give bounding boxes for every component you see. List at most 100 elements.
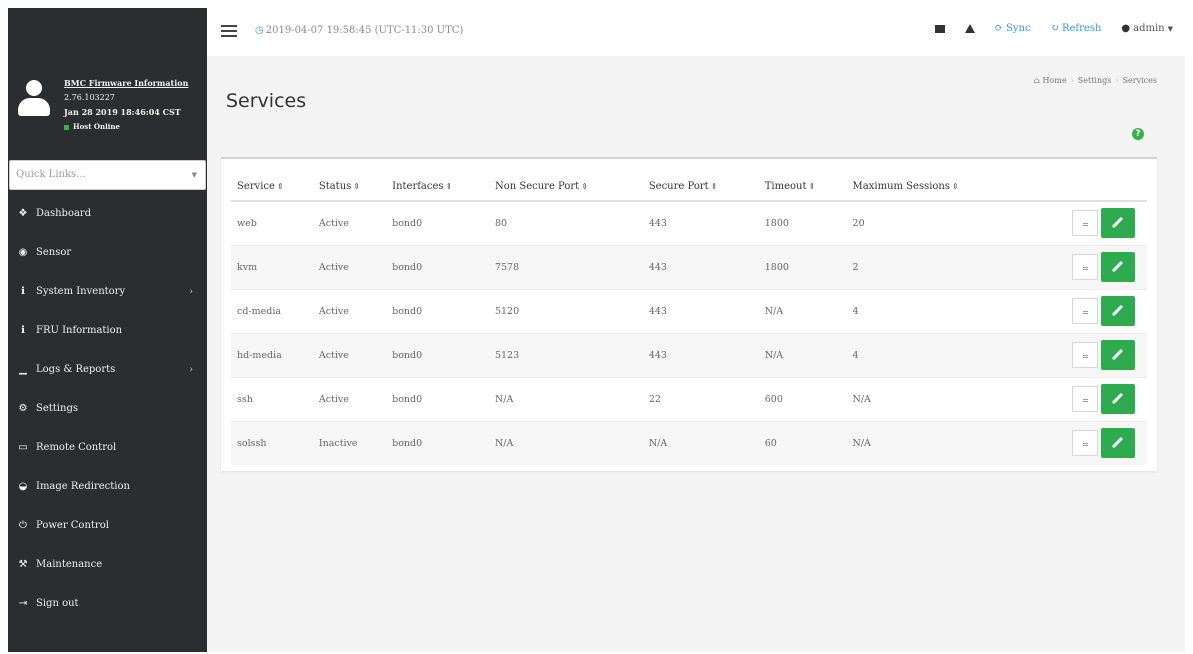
sidebar-item-label: Maintenance — [36, 559, 103, 570]
column-header[interactable]: Service ⇕ — [231, 173, 313, 202]
sort-icon: ⇕ — [808, 182, 816, 191]
table-cell: 20 — [846, 200, 1021, 245]
monitor-icon: ▭ — [18, 442, 28, 453]
edit-button[interactable] — [1101, 340, 1135, 370]
table-cell: kvm — [231, 244, 313, 289]
column-header[interactable]: Maximum Sessions ⇕ — [846, 173, 1021, 202]
row-actions — [1020, 376, 1147, 421]
pencil-icon — [1111, 260, 1124, 273]
breadcrumb-settings[interactable]: Settings — [1078, 76, 1112, 85]
sidebar-item-image-redirection[interactable]: ◒ Image Redirection — [8, 467, 207, 506]
user-icon: ● — [1121, 23, 1131, 34]
quick-links-select[interactable]: Quick Links... ▼ — [9, 160, 206, 190]
online-status-icon — [64, 124, 69, 130]
hamburger-menu-icon[interactable] — [221, 25, 237, 37]
column-header-label: Status — [318, 181, 352, 192]
table-cell: bond0 — [386, 376, 489, 421]
column-header[interactable]: Timeout ⇕ — [758, 173, 847, 202]
edit-button[interactable] — [1101, 428, 1135, 459]
table-row: hd-media Active bond0 5123 443 N/A 4 — [231, 332, 1147, 377]
table-cell: 443 — [642, 244, 759, 289]
row-actions — [1020, 332, 1147, 377]
help-icon[interactable]: ? — [1132, 128, 1144, 140]
sidebar-item-system-inventory[interactable]: ℹ System Inventory › — [8, 272, 207, 311]
view-details-button[interactable] — [1072, 386, 1098, 412]
home-icon: ⌂ — [1033, 76, 1040, 85]
view-details-button[interactable] — [1072, 210, 1098, 237]
edit-button[interactable] — [1101, 384, 1135, 414]
table-row: cd-media Active bond0 5120 443 N/A 4 — [231, 288, 1147, 333]
sidebar-item-settings[interactable]: ⚙ Settings — [8, 389, 207, 428]
datetime-text: 2019-04-07 19:58:45 (UTC-11:30 UTC) — [265, 25, 464, 36]
row-actions — [1020, 200, 1147, 245]
firmware-build-date: Jan 28 2019 18:46:04 CST — [64, 107, 181, 117]
column-header-actions — [1020, 173, 1147, 202]
table-cell: N/A — [758, 288, 847, 333]
sidebar-item-remote-control[interactable]: ▭ Remote Control — [8, 428, 207, 467]
edit-button[interactable] — [1101, 208, 1135, 239]
sidebar-item-fru-information[interactable]: ℹ FRU Information — [8, 311, 207, 350]
breadcrumb-home[interactable]: Home — [1042, 76, 1066, 85]
table-cell: 443 — [642, 288, 759, 333]
column-header[interactable]: Secure Port ⇕ — [642, 173, 759, 202]
view-details-button[interactable] — [1072, 254, 1098, 280]
warning-icon — [964, 24, 975, 33]
column-header[interactable]: Non Secure Port ⇕ — [488, 173, 643, 202]
breadcrumb-current: Services — [1122, 76, 1157, 85]
refresh-icon: ↻ — [1050, 23, 1059, 34]
table-cell: 1800 — [758, 200, 847, 245]
sync-button[interactable]: ⟳ Sync — [995, 23, 1031, 34]
firmware-info-link[interactable]: BMC Firmware Information — [64, 78, 188, 88]
table-cell: 5123 — [488, 332, 643, 377]
view-details-button[interactable] — [1072, 430, 1098, 457]
table-cell: N/A — [846, 376, 1021, 421]
table-cell: Active — [312, 376, 387, 421]
user-menu[interactable]: ● admin ▼ — [1121, 23, 1173, 34]
sidebar-item-power-control[interactable]: ⏻ Power Control — [8, 506, 207, 545]
alerts-button[interactable] — [964, 24, 975, 33]
table-row: kvm Active bond0 7578 443 1800 2 — [231, 244, 1147, 289]
sidebar-item-maintenance[interactable]: ⚒ Maintenance — [8, 545, 207, 584]
refresh-button[interactable]: ↻ Refresh — [1051, 23, 1102, 34]
table-cell: Inactive — [312, 420, 387, 465]
view-details-button[interactable] — [1072, 342, 1098, 368]
table-cell: Active — [312, 244, 387, 289]
top-bar-actions: ⟳ Sync ↻ Refresh ● admin ▼ — [934, 23, 1173, 34]
pencil-icon — [1111, 392, 1124, 405]
sort-icon: ⇕ — [581, 182, 588, 191]
sidebar-item-sensor[interactable]: ◉ Sensor — [8, 233, 207, 272]
edit-button[interactable] — [1101, 252, 1135, 282]
table-cell: 80 — [488, 200, 643, 245]
sidebar-item-label: System Inventory — [36, 286, 126, 297]
table-cell: 4 — [846, 332, 1021, 377]
column-header[interactable]: Status ⇕ — [312, 173, 387, 202]
column-header-label: Interfaces — [392, 181, 444, 192]
table-cell: Active — [312, 200, 387, 245]
sidebar-nav: ❖ Dashboard ◉ Sensor ℹ System Inventory › ℹ FRU … — [8, 194, 207, 623]
table-cell: bond0 — [386, 200, 489, 245]
info-icon: ℹ — [21, 325, 25, 336]
page-title: Services — [226, 90, 307, 112]
view-details-button[interactable] — [1072, 298, 1098, 324]
info-icon: ℹ — [21, 286, 25, 297]
sidebar-item-dashboard[interactable]: ❖ Dashboard — [8, 194, 207, 233]
services-card: Service ⇕ Status ⇕ Interfaces ⇕ Non Secure Por… — [221, 157, 1157, 471]
table-cell: bond0 — [386, 288, 489, 333]
quick-links-placeholder: Quick Links... — [16, 169, 86, 180]
table-cell: 5120 — [488, 288, 643, 333]
user-label: admin — [1133, 23, 1165, 34]
table-cell: Active — [312, 332, 387, 377]
sort-icon: ⇕ — [276, 182, 284, 191]
edit-button[interactable] — [1101, 296, 1135, 326]
sidebar-item-logs-reports[interactable]: ▁ Logs & Reports › — [8, 350, 207, 389]
host-status-label: Host Online — [73, 122, 120, 131]
table-cell: 443 — [642, 200, 759, 245]
sidebar-item-sign-out[interactable]: ⇥ Sign out — [8, 584, 207, 623]
disc-icon: ◒ — [18, 481, 28, 492]
column-header[interactable]: Interfaces ⇕ — [386, 173, 489, 202]
clock-icon: ◷ — [255, 25, 264, 36]
messages-button[interactable] — [934, 24, 945, 33]
table-cell: 4 — [846, 288, 1021, 333]
sort-icon: ⇕ — [952, 182, 959, 191]
user-avatar-icon — [18, 80, 50, 118]
